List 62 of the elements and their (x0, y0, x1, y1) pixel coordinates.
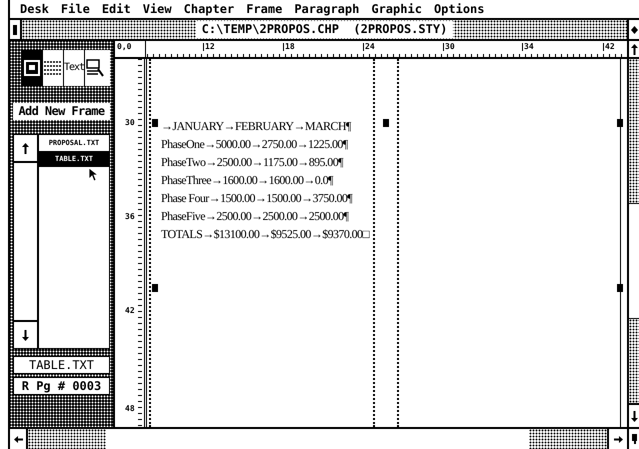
selection-handle[interactable] (152, 119, 158, 127)
ruler-label: 0,0 (117, 43, 132, 51)
graphic-mode-button[interactable] (84, 50, 105, 86)
text-mode-label: Text (64, 63, 84, 73)
close-icon (13, 24, 17, 34)
left-arrow-icon (14, 436, 22, 442)
scrollbar-trough[interactable] (529, 429, 607, 449)
selection-handle[interactable] (617, 119, 623, 127)
ruler-label: 34 (522, 43, 534, 51)
ruler-label: 48 (125, 405, 135, 413)
scrollbar-trough[interactable] (28, 429, 106, 449)
ruler-label: 30 (125, 119, 135, 127)
selection-handle[interactable] (617, 284, 623, 292)
frame-icon (24, 60, 40, 76)
scrollbar-trough[interactable] (629, 318, 639, 403)
menu-item[interactable]: File (60, 3, 90, 15)
ruler-label: 36 (125, 213, 135, 221)
document-text-line: PhaseOne→5000.00→2750.00→1225.00¶ (161, 136, 349, 153)
title-bar[interactable]: C:\TEMP\2PROPOS.CHP (2PROPOS.STY) (22, 20, 627, 39)
ruler-label: 18 (283, 43, 295, 51)
shapes-icon (86, 59, 104, 77)
menu-item[interactable]: Graphic (371, 3, 422, 15)
menu-item[interactable]: Desk (20, 3, 49, 15)
ruler-label: 42 (603, 43, 615, 51)
frame-mode-button[interactable] (21, 50, 42, 86)
document-text-line: →JANUARY→FEBRUARY→MARCH¶ (161, 118, 352, 135)
full-box[interactable] (627, 20, 639, 39)
size-box[interactable] (627, 429, 639, 449)
pointer-cursor-icon (89, 168, 98, 182)
down-arrow-icon (630, 410, 638, 422)
down-arrow-icon (22, 330, 29, 340)
ruler-label: 24 (363, 43, 375, 51)
menu-item[interactable]: Frame (246, 3, 282, 15)
up-arrow-icon (630, 44, 638, 54)
right-arrow-icon (614, 436, 622, 442)
ruler-label: 30 (443, 43, 455, 51)
ruler-label: 42 (125, 307, 135, 315)
menu-item[interactable]: Chapter (184, 3, 234, 15)
menu-item[interactable]: Edit (102, 3, 131, 15)
document-text-line: PhaseTwo→2500.00→1175.00→895.00¶ (161, 154, 344, 171)
up-arrow-icon (22, 142, 29, 154)
document-text-line: PhaseThree→1600.00→1600.00→0.0¶ (161, 172, 334, 189)
current-file-label: TABLE.TXT (13, 356, 110, 374)
document-text-line: TOTALS→$13100.00→$9525.00→$9370.00□ (161, 226, 370, 243)
paragraph-mode-button[interactable] (42, 50, 63, 86)
document-text-line: Phase Four→1500.00→1500.00→3750.00¶ (161, 190, 354, 207)
document-text-line: PhaseFive→2500.00→2500.00→2500.00¶ (161, 208, 350, 225)
window-title: C:\TEMP\2PROPOS.CHP (2PROPOS.STY) (196, 21, 454, 38)
page-number-label: R Pg # 0003 (13, 377, 110, 395)
menu-item[interactable]: Options (434, 3, 485, 15)
menu-item[interactable]: View (142, 3, 172, 15)
diamond-icon (630, 26, 638, 34)
menu-item[interactable]: Paragraph (294, 3, 360, 15)
lines-icon (44, 61, 62, 75)
selection-handle[interactable] (383, 119, 389, 127)
vertical-scrollbar[interactable] (627, 41, 639, 427)
scrollbar-trough[interactable] (629, 59, 639, 204)
selection-handle[interactable] (152, 284, 158, 292)
text-mode-button[interactable]: Text (63, 50, 84, 86)
add-new-frame-button[interactable]: Add New Frame (13, 103, 110, 120)
size-icon (632, 434, 636, 444)
ruler-label: 12 (203, 43, 215, 51)
